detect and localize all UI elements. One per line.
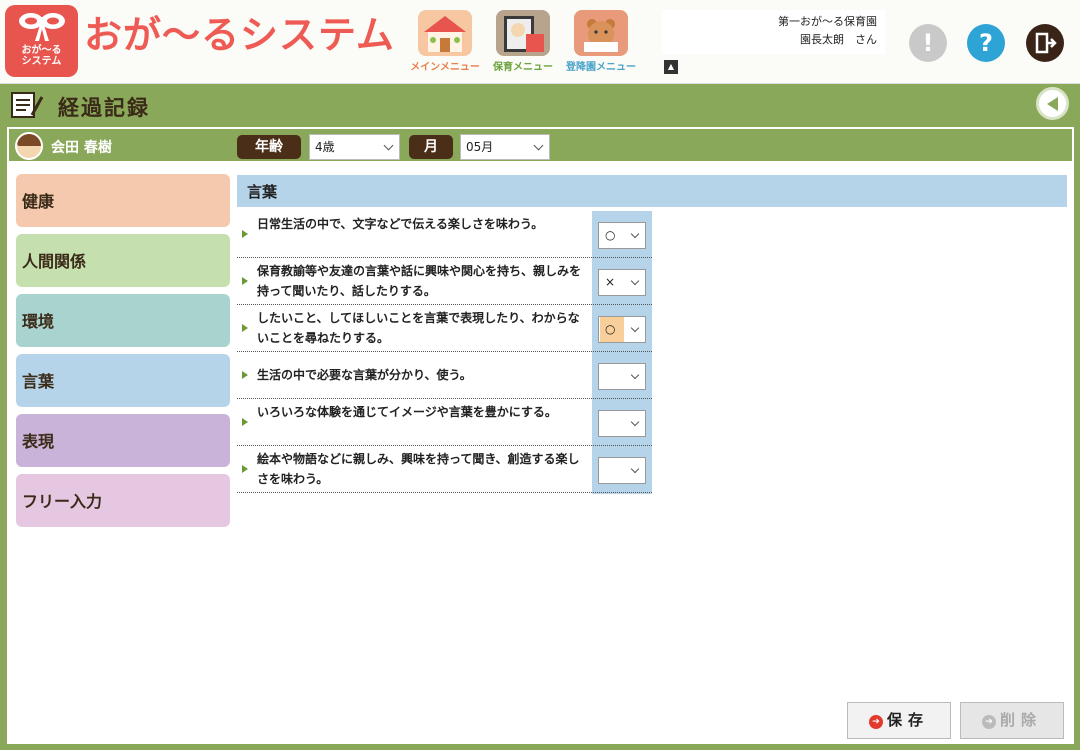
arrow-icon <box>242 324 248 332</box>
item-text: 生活の中で必要な言葉が分かり、使う。 <box>257 368 472 382</box>
arrow-icon <box>242 277 248 285</box>
month-select-value: 05月 <box>466 140 494 154</box>
arrow-icon <box>242 418 248 426</box>
child-name: 会田 春樹 <box>51 140 112 156</box>
arrow-icon <box>242 465 248 473</box>
evaluation-select[interactable] <box>598 457 646 484</box>
title-bar: 経過記録 <box>0 84 1080 124</box>
app-title: おが～るシステム <box>84 13 395 57</box>
content-panel: 会田 春樹 年齢 4歳 月 05月 健康 人間関係 環境 言葉 表現 フリー入力… <box>7 127 1074 744</box>
item-text: 保育教諭等や友達の言葉や話に興味や関心を持ち、親しみを持って聞いたり、話したりす… <box>257 264 582 298</box>
record-book-icon <box>10 89 44 119</box>
chevron-down-icon <box>630 370 640 380</box>
category-free-input[interactable]: フリー入力 <box>16 474 230 527</box>
evaluation-value: ○ <box>605 228 616 242</box>
chevron-down-icon <box>630 229 640 239</box>
page-title: 経過記録 <box>58 96 150 120</box>
chevron-down-icon <box>630 276 640 286</box>
chevron-down-icon <box>383 140 394 151</box>
month-label: 月 <box>409 135 453 159</box>
arrow-right-icon: ➔ <box>868 715 883 729</box>
collapse-header-icon[interactable]: ▲ <box>664 60 678 74</box>
chevron-down-icon <box>533 140 544 151</box>
care-menu-button[interactable]: 保育メニュー <box>488 10 558 74</box>
section-header: 言葉 <box>237 175 1067 207</box>
help-icon[interactable]: ? <box>967 24 1005 62</box>
main-menu-button[interactable]: メインメニュー <box>410 10 480 74</box>
chevron-down-icon <box>630 323 640 333</box>
care-menu-label: 保育メニュー <box>493 62 553 73</box>
attendance-menu-label: 登降園メニュー <box>566 62 636 73</box>
ribbon-logo-icon <box>18 13 65 41</box>
evaluation-list: 日常生活の中で、文字などで伝える楽しさを味わう。 ○ 保育教諭等や友達の言葉や話… <box>237 211 652 494</box>
arrow-icon <box>242 371 248 379</box>
evaluation-value: × <box>605 275 616 289</box>
age-select-value: 4歳 <box>315 140 335 154</box>
evaluation-select[interactable] <box>598 410 646 437</box>
evaluation-select[interactable] <box>598 363 646 390</box>
child-bar: 会田 春樹 年齢 4歳 月 05月 <box>7 127 1074 163</box>
item-text: 絵本や物語などに親しみ、興味を持って聞き、創造する楽しさを味わう。 <box>257 452 580 486</box>
app-header: おが～る システム おが～るシステム メインメニュー 保育メニュー 登降園メニュ… <box>0 0 1080 84</box>
item-text: 日常生活の中で、文字などで伝える楽しさを味わう。 <box>257 217 544 231</box>
back-icon[interactable] <box>1036 87 1069 120</box>
evaluation-select[interactable]: ○ <box>598 316 646 343</box>
chevron-down-icon <box>630 417 640 427</box>
list-item: 保育教諭等や友達の言葉や話に興味や関心を持ち、親しみを持って聞いたり、話したりす… <box>237 258 652 305</box>
list-item: したいこと、してほしいことを言葉で表現したり、わからないことを尋ねたりする。 ○ <box>237 305 652 352</box>
evaluation-select[interactable]: ○ <box>598 222 646 249</box>
list-item: 生活の中で必要な言葉が分かり、使う。 <box>237 352 652 399</box>
list-item: 日常生活の中で、文字などで伝える楽しさを味わう。 ○ <box>237 211 652 258</box>
item-text: したいこと、してほしいことを言葉で表現したり、わからないことを尋ねたりする。 <box>257 311 580 345</box>
item-text: いろいろな体験を通じてイメージや言葉を豊かにする。 <box>257 405 557 419</box>
save-button-label: 保存 <box>886 711 929 729</box>
bear-icon <box>574 10 628 56</box>
month-select[interactable]: 05月 <box>460 134 550 160</box>
facility-name: 第一おが～る保育園 <box>778 15 877 28</box>
delete-button[interactable]: ➔ 削除 <box>960 702 1064 739</box>
category-environment[interactable]: 環境 <box>16 294 230 347</box>
delete-button-label: 削除 <box>999 711 1042 729</box>
logo-text-line2: システム <box>21 56 62 67</box>
attendance-menu-button[interactable]: 登降園メニュー <box>566 10 636 74</box>
save-button[interactable]: ➔ 保存 <box>847 702 951 739</box>
logo-text-line1: おが～る <box>21 45 62 56</box>
list-item: 絵本や物語などに親しみ、興味を持って聞き、創造する楽しさを味わう。 <box>237 446 652 493</box>
arrow-right-icon: ➔ <box>981 715 996 729</box>
arrow-icon <box>242 230 248 238</box>
category-language[interactable]: 言葉 <box>16 354 230 407</box>
user-info: 第一おが～る保育園 園長太朗 さん <box>662 10 885 54</box>
category-health[interactable]: 健康 <box>16 174 230 227</box>
house-icon <box>418 10 472 56</box>
age-label: 年齢 <box>237 135 301 159</box>
evaluation-select[interactable]: × <box>598 269 646 296</box>
category-relationships[interactable]: 人間関係 <box>16 234 230 287</box>
alert-icon[interactable]: ! <box>909 24 947 62</box>
category-expression[interactable]: 表現 <box>16 414 230 467</box>
list-item: いろいろな体験を通じてイメージや言葉を豊かにする。 <box>237 399 652 446</box>
notebook-icon <box>496 10 550 56</box>
user-name: 園長太朗 さん <box>800 33 877 46</box>
app-logo: おが～る システム <box>5 5 78 77</box>
chevron-down-icon <box>630 464 640 474</box>
age-select[interactable]: 4歳 <box>309 134 400 160</box>
logout-icon[interactable] <box>1026 24 1064 62</box>
main-menu-label: メインメニュー <box>410 62 480 73</box>
evaluation-value: ○ <box>600 317 624 342</box>
avatar <box>15 132 43 160</box>
